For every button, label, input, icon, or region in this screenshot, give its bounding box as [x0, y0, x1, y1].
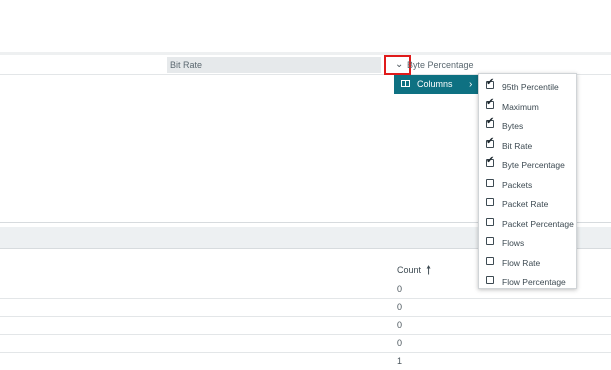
byte-percentage-column-header[interactable]: Byte Percentage — [407, 57, 474, 73]
column-option[interactable]: ✔ Bit Rate — [479, 135, 578, 155]
count-cell: 0 — [397, 320, 403, 330]
checkbox-unchecked[interactable] — [486, 237, 494, 245]
column-option[interactable]: ✔ Maximum — [479, 96, 578, 116]
column-option-label: 95th Percentile — [502, 82, 559, 92]
columns-submenu: ✔ 95th Percentile ✔ Maximum ✔ Bytes ✔ Bit Rate ✔… — [478, 73, 577, 289]
column-option[interactable]: Packet Percentage — [479, 213, 578, 233]
columns-icon — [401, 80, 410, 87]
table-row: 1 — [0, 352, 611, 370]
check-icon: ✔ — [486, 96, 495, 108]
checkbox-unchecked[interactable] — [486, 256, 494, 265]
checkbox-checked[interactable]: ✔ — [486, 136, 494, 148]
column-option[interactable]: Flows — [479, 232, 578, 252]
chevron-right-icon: › — [469, 79, 473, 90]
column-option[interactable]: Flow Rate — [479, 252, 578, 272]
column-option[interactable]: ✔ Byte Percentage — [479, 154, 578, 174]
column-option-label: Bytes — [502, 121, 524, 131]
count-column-header[interactable]: Count — [397, 265, 421, 275]
checkbox-unchecked[interactable] — [486, 217, 494, 226]
column-option-label: Bit Rate — [502, 140, 533, 151]
bit-rate-column-header[interactable]: Bit Rate — [167, 57, 381, 73]
column-option-label: Packet Rate — [502, 199, 549, 209]
checkbox-checked[interactable]: ✔ — [486, 77, 494, 89]
column-option[interactable]: ✔ 95th Percentile — [479, 76, 578, 96]
column-option[interactable]: Packet Rate — [479, 193, 578, 213]
column-option-label: Flow Rate — [502, 257, 541, 268]
column-option[interactable]: Flow Percentage — [479, 271, 578, 291]
count-cell: 0 — [397, 338, 403, 348]
columns-menu-label: Columns — [417, 79, 453, 89]
count-cell: 0 — [397, 302, 403, 312]
sort-ascending-icon[interactable]: 🠕 — [426, 261, 431, 282]
column-option[interactable]: Packets — [479, 174, 578, 194]
columns-menu-item[interactable]: Columns › — [394, 75, 478, 94]
bit-rate-header-label: Bit Rate — [170, 60, 203, 70]
check-icon: ✔ — [486, 116, 495, 127]
checkbox-checked[interactable]: ✔ — [486, 155, 494, 167]
checkbox-checked[interactable]: ✔ — [486, 97, 494, 109]
table-row: 0 — [0, 316, 611, 335]
checkbox-unchecked[interactable] — [486, 178, 494, 187]
column-option-label: Flow Percentage — [502, 277, 566, 287]
column-option-label: Byte Percentage — [502, 160, 565, 170]
check-icon: ✔ — [486, 135, 495, 147]
check-icon: ✔ — [486, 155, 495, 166]
count-cell: 0 — [397, 284, 403, 294]
column-option[interactable]: ✔ Bytes — [479, 115, 578, 135]
table-row: 0 — [0, 298, 611, 317]
checkbox-checked[interactable]: ✔ — [486, 116, 494, 128]
column-option-label: Packets — [502, 179, 533, 190]
count-cell: 1 — [397, 356, 403, 366]
checkbox-unchecked[interactable] — [486, 198, 494, 206]
column-option-label: Maximum — [502, 101, 539, 112]
table-row: 0 — [0, 334, 611, 353]
column-option-label: Flows — [502, 238, 525, 248]
check-icon: ✔ — [486, 77, 495, 88]
chevron-down-icon[interactable]: ⌄ — [395, 58, 403, 72]
checkbox-unchecked[interactable] — [486, 276, 494, 284]
column-option-label: Packet Percentage — [502, 218, 574, 229]
